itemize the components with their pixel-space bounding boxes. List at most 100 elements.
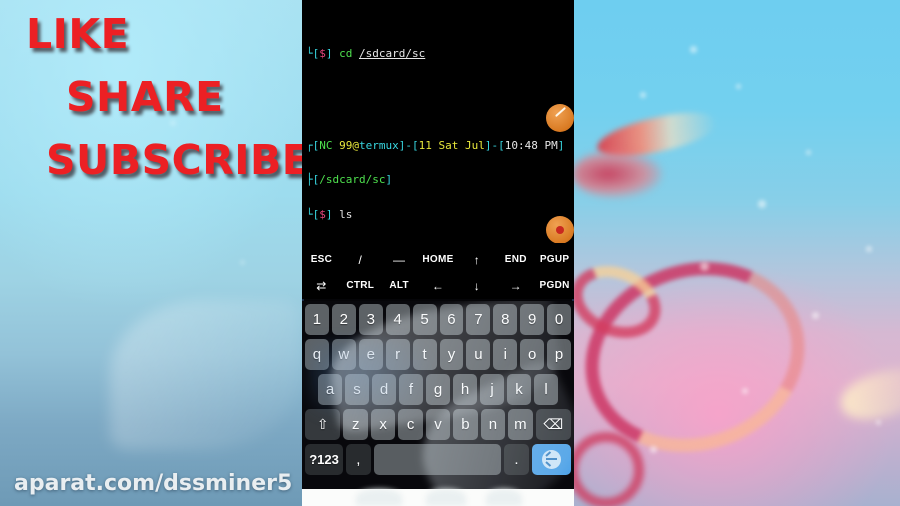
key-tab[interactable]: ⇄ (302, 273, 341, 299)
extra-keys-row-2: ⇄ CTRL ALT ← ↓ → PGDN (302, 273, 574, 299)
pen-glyph (555, 106, 566, 118)
keyboard-row-home: a s d f g h j k l (305, 374, 571, 405)
key-home[interactable]: HOME (419, 247, 458, 273)
soft-keyboard[interactable]: 1 2 3 4 5 6 7 8 9 0 q w e r t y u i o p … (302, 301, 574, 489)
comma-key[interactable]: , (346, 444, 371, 475)
key-arrow-right[interactable]: → (496, 273, 535, 299)
pen-fab-icon[interactable] (546, 104, 574, 132)
bokeh-fleck (640, 92, 646, 98)
record-fab-icon[interactable] (546, 216, 574, 244)
backspace-key-icon[interactable]: ⌫ (535, 409, 571, 440)
key-1[interactable]: 1 (304, 304, 329, 335)
key-3[interactable]: 3 (358, 304, 383, 335)
termux-extra-keys: ESC / — HOME ↑ END PGUP ⇄ CTRL ALT ← ↓ →… (302, 243, 574, 299)
key-p[interactable]: p (547, 339, 572, 370)
key-6[interactable]: 6 (439, 304, 464, 335)
key-x[interactable]: x (370, 409, 396, 440)
key-q[interactable]: q (304, 339, 329, 370)
key-w[interactable]: w (331, 339, 356, 370)
bokeh-fleck (866, 246, 872, 252)
strip-ghost-shape (426, 489, 466, 506)
key-pgup[interactable]: PGUP (535, 247, 574, 273)
bokeh-fleck (758, 200, 766, 208)
bokeh-fleck (690, 46, 697, 53)
enter-arrow-icon (541, 450, 561, 469)
extra-keys-row-1: ESC / — HOME ↑ END PGUP (302, 247, 574, 273)
key-y[interactable]: y (439, 339, 464, 370)
red-object-upper-blob (572, 150, 662, 198)
enter-key[interactable] (531, 444, 571, 475)
terminal-path-line: ├[/sdcard/sc] (306, 173, 393, 187)
key-c[interactable]: c (398, 409, 423, 440)
key-5[interactable]: 5 (412, 304, 437, 335)
phone-screen-recording: └[$] cd /sdcard/sc ┌[NC 99@termux]-[11 S… (302, 0, 574, 506)
space-key[interactable] (373, 444, 502, 475)
key-g[interactable]: g (426, 374, 450, 405)
key-b[interactable]: b (453, 409, 478, 440)
key-esc[interactable]: ESC (302, 247, 341, 273)
bokeh-fleck (812, 312, 819, 319)
key-a[interactable]: a (318, 374, 342, 405)
key-f[interactable]: f (399, 374, 423, 405)
period-key[interactable]: . (504, 444, 529, 475)
bokeh-fleck (876, 420, 881, 425)
key-k[interactable]: k (507, 374, 531, 405)
key-dash[interactable]: — (380, 247, 419, 273)
key-d[interactable]: d (372, 374, 396, 405)
shift-key-icon[interactable]: ⇧ (305, 409, 341, 440)
key-alt[interactable]: ALT (380, 273, 419, 299)
keyboard-row-bottom-letters: ⇧ z x c v b n m ⌫ (305, 409, 571, 440)
promo-share-text: SHARE (66, 73, 224, 121)
key-j[interactable]: j (480, 374, 504, 405)
key-n[interactable]: n (480, 409, 506, 440)
termux-terminal[interactable]: └[$] cd /sdcard/sc ┌[NC 99@termux]-[11 S… (302, 0, 574, 243)
key-h[interactable]: h (453, 374, 477, 405)
terminal-prompt-line: ┌[NC 99@termux]-[11 Sat Jul]-[10:48 PM] (306, 138, 565, 152)
strip-ghost-shape (356, 489, 402, 506)
bokeh-fleck (806, 150, 811, 155)
promo-subscribe-text: SUBSCRIBE (46, 136, 311, 184)
bokeh-fleck (650, 446, 657, 453)
key-m[interactable]: m (508, 409, 533, 440)
key-arrow-up[interactable]: ↑ (457, 247, 496, 273)
terminal-line: └[$] cd /sdcard/sc (306, 47, 426, 61)
key-v[interactable]: v (425, 409, 451, 440)
key-0[interactable]: 0 (547, 304, 572, 335)
promo-overlay: LIKE SHARE SUBSCRIBE (0, 10, 311, 184)
key-4[interactable]: 4 (385, 304, 410, 335)
promo-like-text: LIKE (26, 10, 130, 58)
terminal-command-line: └[$] ls (306, 208, 353, 222)
keyboard-row-numbers: 1 2 3 4 5 6 7 8 9 0 (304, 304, 572, 335)
key-9[interactable]: 9 (520, 304, 545, 335)
key-z[interactable]: z (343, 409, 368, 440)
key-s[interactable]: s (345, 374, 369, 405)
left-blur-shape (110, 300, 300, 450)
key-arrow-down[interactable]: ↓ (457, 273, 496, 299)
bokeh-fleck (742, 388, 748, 394)
bokeh-fleck (240, 260, 245, 265)
bokeh-fleck (700, 262, 709, 271)
key-arrow-left[interactable]: ← (419, 273, 458, 299)
keyboard-row-qwerty: q w e r t y u i o p (304, 339, 572, 370)
symbols-key[interactable]: ?123 (305, 444, 344, 475)
key-7[interactable]: 7 (466, 304, 491, 335)
key-2[interactable]: 2 (331, 304, 356, 335)
watermark-text: aparat.com/dssminer5 (14, 471, 293, 496)
key-e[interactable]: e (358, 339, 383, 370)
key-o[interactable]: o (520, 339, 545, 370)
key-end[interactable]: END (496, 247, 535, 273)
key-t[interactable]: t (412, 339, 437, 370)
key-u[interactable]: u (466, 339, 491, 370)
key-slash[interactable]: / (341, 247, 380, 273)
key-l[interactable]: l (534, 374, 558, 405)
key-8[interactable]: 8 (493, 304, 518, 335)
key-r[interactable]: r (385, 339, 410, 370)
record-dot-glyph (556, 226, 564, 234)
strip-ghost-shape (486, 489, 522, 506)
keyboard-row-space: ?123 , . (305, 444, 571, 477)
key-i[interactable]: i (493, 339, 518, 370)
key-pgdn[interactable]: PGDN (535, 273, 574, 299)
key-ctrl[interactable]: CTRL (341, 273, 380, 299)
bokeh-fleck (736, 84, 741, 89)
